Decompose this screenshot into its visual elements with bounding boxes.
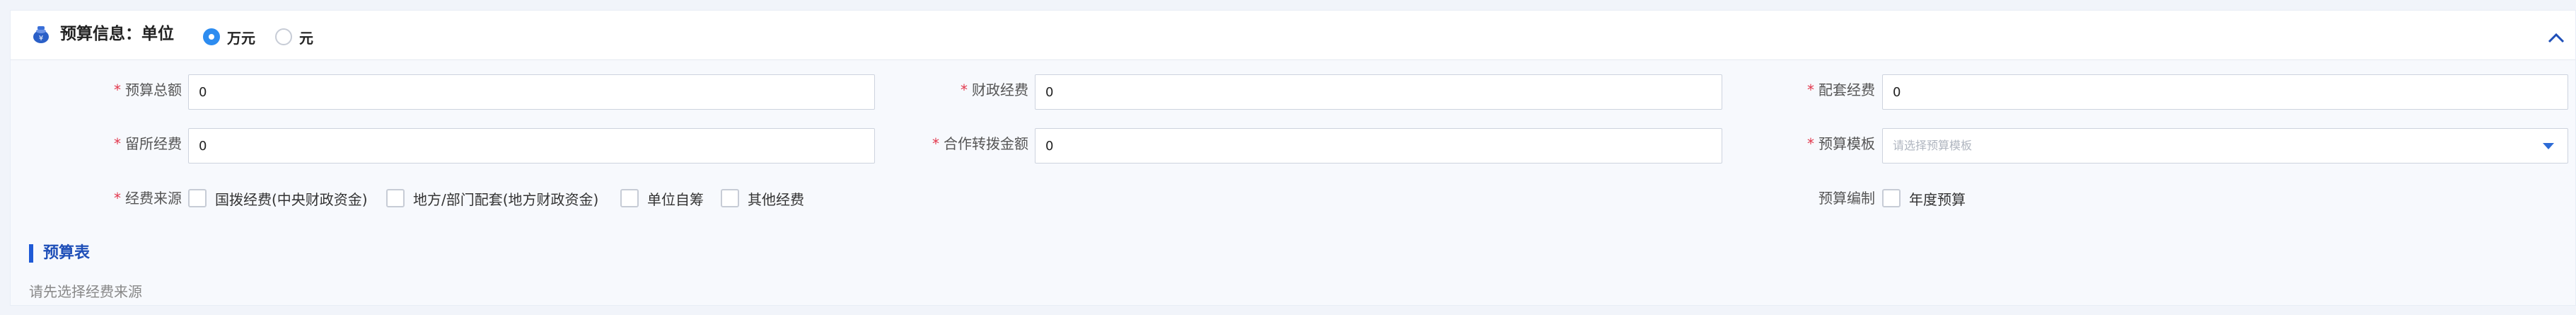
budget-info-panel: ¥ 预算信息：单位 万元 元 *预算总额 *财政经费 *配套经费 *留所经费 *… [10,10,2576,306]
budget-template-label: * 预算模板 [1807,134,1875,153]
label-text: 经费来源 [125,190,182,207]
checkbox-box [1882,189,1901,207]
checkbox-self-raised[interactable]: 单位自筹 [620,188,704,209]
checkbox-local-funds[interactable]: 地方/部门配套(地方财政资金) [386,188,598,209]
panel-header: ¥ 预算信息：单位 万元 元 [11,11,2575,60]
label-text: 配套经费 [1818,81,1875,98]
unit-radio-label: 元 [299,29,313,47]
checkbox-other-funds[interactable]: 其他经费 [721,188,804,209]
unit-radio-yuan[interactable]: 元 [275,26,313,47]
budget-template-select[interactable]: 请选择预算模板 [1882,128,2568,164]
fiscal-funds-label: * 财政经费 [961,81,1028,99]
checkbox-box [721,189,739,207]
page-title: 预算信息：单位 [60,25,174,43]
label-text: 留所经费 [125,135,182,152]
label-text: 预算总额 [125,81,182,98]
chevron-up-icon[interactable] [2546,30,2567,46]
label-text: 预算模板 [1818,135,1875,152]
cooperation-transfer-label: * 合作转拨金额 [932,134,1028,153]
budget-table-title: 预算表 [43,244,91,262]
radio-checked-indicator [203,28,220,45]
label-text: 财政经费 [972,81,1028,98]
retained-funds-label: * 留所经费 [114,134,182,153]
required-asterisk: * [961,81,968,98]
required-asterisk: * [1807,81,1814,98]
section-accent-bar [29,244,33,263]
checkbox-box [188,189,207,207]
caret-down-icon [2543,143,2554,149]
checkbox-label: 单位自筹 [647,190,704,208]
radio-unchecked-indicator [275,28,292,45]
checkbox-box [620,189,639,207]
unit-radio-wanyuan[interactable]: 万元 [203,26,255,47]
checkbox-label: 其他经费 [748,190,804,208]
checkbox-box [386,189,405,207]
fiscal-funds-input[interactable] [1035,74,1722,110]
budget-compilation-label: 预算编制 [1818,190,1875,207]
checkbox-annual-budget[interactable]: 年度预算 [1882,188,1966,209]
checkbox-label: 国拨经费(中央财政资金) [215,190,368,208]
unit-radio-label: 万元 [227,29,255,47]
matching-funds-input[interactable] [1882,74,2568,110]
svg-text:¥: ¥ [39,35,43,42]
funding-source-label: * 经费来源 [114,189,182,207]
required-asterisk: * [114,135,121,152]
total-budget-input[interactable] [188,74,875,110]
cooperation-transfer-input[interactable] [1035,128,1722,164]
label-text: 合作转拨金额 [944,135,1028,152]
checkbox-label: 年度预算 [1909,190,1966,208]
budget-pot-icon: ¥ [33,26,49,43]
budget-template-placeholder: 请选择预算模板 [1882,128,2568,164]
budget-table-hint: 请先选择经费来源 [29,283,142,300]
matching-funds-label: * 配套经费 [1807,81,1875,99]
required-asterisk: * [114,190,121,207]
required-asterisk: * [114,81,121,98]
required-asterisk: * [1807,135,1814,152]
required-asterisk: * [932,135,939,152]
total-budget-label: * 预算总额 [114,81,182,99]
checkbox-label: 地方/部门配套(地方财政资金) [413,190,599,208]
retained-funds-input[interactable] [188,128,875,164]
checkbox-central-funds[interactable]: 国拨经费(中央财政资金) [188,188,368,209]
